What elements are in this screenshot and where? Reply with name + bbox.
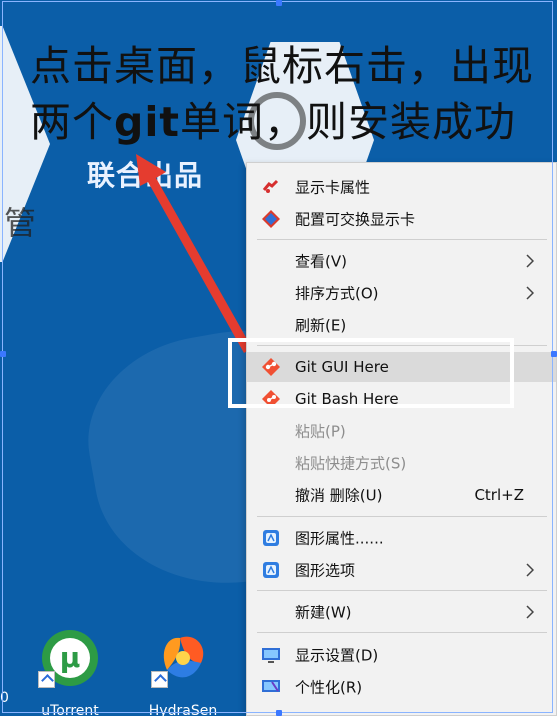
menu-item-graphics-properties-2[interactable]: 图形属性...... [247, 523, 556, 553]
wallpaper-center-text: 联合出品 [87, 159, 204, 192]
git-gui-icon [260, 356, 282, 378]
menu-item-graphics-properties[interactable]: 显示卡属性 [247, 172, 556, 202]
menu-item-refresh[interactable]: 刷新(E) [247, 310, 556, 340]
menu-separator [257, 345, 547, 346]
switchable-graphics-icon [260, 208, 282, 230]
wallpaper-partial-text: 管 [4, 204, 37, 242]
intel-graphics-icon [260, 527, 282, 549]
menu-item-label: 查看(V) [295, 252, 347, 271]
menu-item-git-bash-here[interactable]: Git Bash Here [247, 384, 556, 414]
caption-line-1: 点击桌面，鼠标右击，出现 [30, 42, 534, 90]
caption-git-word: git [114, 98, 181, 146]
menu-item-sort-by[interactable]: 排序方式(O) [247, 278, 556, 308]
instruction-caption: 点击桌面，鼠标右击，出现 两个git单词，则安装成功 [30, 38, 540, 150]
menu-item-paste-shortcut[interactable]: 粘贴快捷方式(S) [247, 448, 556, 478]
utorrent-app-icon: µ [36, 624, 104, 692]
menu-separator [257, 239, 547, 240]
chevron-right-icon [526, 605, 534, 619]
hydrasen-app-icon [149, 624, 217, 692]
resize-handle-bottom[interactable] [276, 710, 282, 716]
git-bash-icon [260, 388, 282, 410]
menu-item-label: 粘贴快捷方式(S) [295, 454, 407, 473]
menu-item-label: 排序方式(O) [295, 284, 379, 303]
shortcut-arrow-icon [38, 671, 55, 688]
graphics-card-icon [260, 176, 282, 198]
menu-item-git-gui-here[interactable]: Git GUI Here [247, 352, 556, 382]
menu-separator [257, 632, 547, 633]
menu-item-graphics-options[interactable]: 图形选项 [247, 555, 556, 585]
menu-item-label: 刷新(E) [295, 316, 347, 335]
left-edge-partial-label: 0 [0, 690, 9, 706]
shortcut-arrow-icon [151, 671, 168, 688]
menu-item-label: Git Bash Here [295, 390, 399, 408]
chevron-right-icon [526, 254, 534, 268]
desktop-icon-hydrasen[interactable]: HydraSen [140, 624, 226, 716]
menu-shortcut: Ctrl+Z [474, 486, 524, 504]
desktop-context-menu[interactable]: 显示卡属性 配置可交换显示卡 查看(V) 排序方式(O) 刷新(E) Git G… [246, 162, 557, 716]
menu-item-label: 新建(W) [295, 603, 352, 622]
desktop-screen[interactable]: 管 联合出品 点击桌面，鼠标右击，出现 两个git单词，则安装成功 显示卡属性 [0, 0, 557, 716]
menu-item-label: 图形属性...... [295, 529, 384, 548]
menu-item-new[interactable]: 新建(W) [247, 597, 556, 627]
menu-separator [257, 516, 547, 517]
caption-line-2: 两个git单词，则安装成功 [30, 94, 540, 150]
menu-item-label: 显示卡属性 [295, 178, 371, 197]
caption-line-2-prefix: 两个 [30, 98, 114, 146]
menu-item-label: 粘贴(P) [295, 422, 346, 441]
menu-separator [257, 590, 547, 591]
menu-item-label: 撤消 删除(U) [295, 486, 383, 505]
menu-item-switchable-graphics[interactable]: 配置可交换显示卡 [247, 204, 556, 234]
resize-handle-left[interactable] [0, 351, 6, 357]
menu-item-display-settings[interactable]: 显示设置(D) [247, 640, 556, 670]
resize-handle-right[interactable] [551, 351, 557, 357]
menu-item-label: Git GUI Here [295, 358, 389, 376]
intel-graphics-options-icon [260, 559, 282, 581]
svg-text:µ: µ [60, 641, 81, 674]
resize-handle-top[interactable] [276, 0, 282, 6]
menu-item-paste[interactable]: 粘贴(P) [247, 416, 556, 446]
menu-item-label: 个性化(R) [295, 678, 363, 697]
desktop-icon-label: uTorrent [41, 703, 99, 716]
desktop-icon-utorrent[interactable]: µ uTorrent [27, 624, 113, 716]
menu-item-personalize[interactable]: 个性化(R) [247, 672, 556, 702]
personalize-icon [260, 676, 282, 698]
chevron-right-icon [526, 563, 534, 577]
caption-line-2-suffix: 单词，则安装成功 [180, 98, 517, 146]
menu-item-label: 显示设置(D) [295, 646, 379, 665]
desktop-icon-label: HydraSen [148, 703, 218, 716]
menu-item-label: 配置可交换显示卡 [295, 210, 416, 229]
menu-item-view[interactable]: 查看(V) [247, 246, 556, 276]
menu-item-undo-delete[interactable]: 撤消 删除(U) Ctrl+Z [247, 480, 556, 510]
chevron-right-icon [526, 286, 534, 300]
display-settings-icon [260, 644, 282, 666]
menu-item-label: 图形选项 [295, 561, 356, 580]
